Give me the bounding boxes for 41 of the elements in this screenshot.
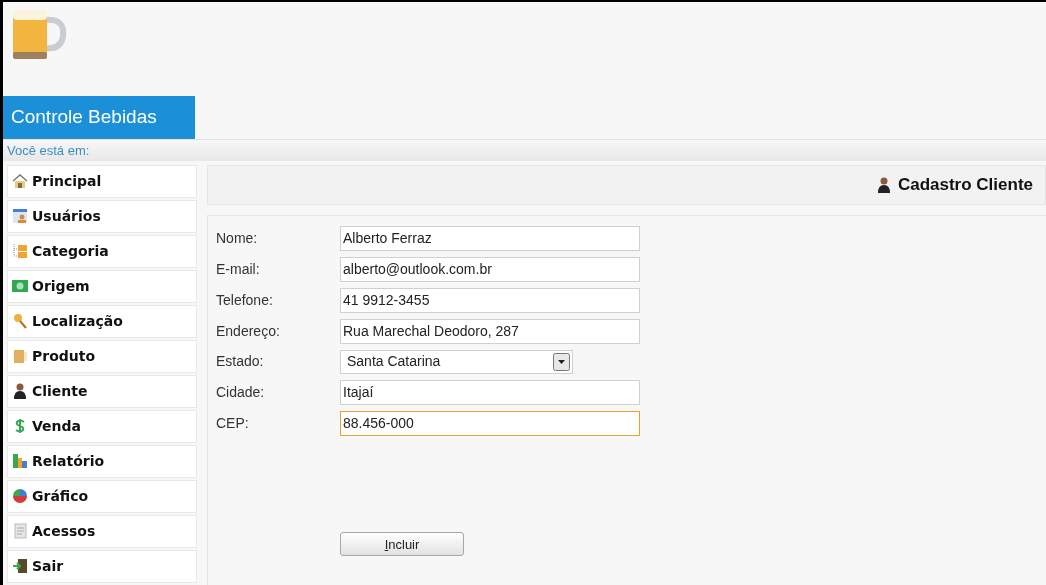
- sidebar-item[interactable]: Origem: [7, 269, 197, 303]
- table-icon: [12, 208, 28, 224]
- input-field[interactable]: alberto@outlook.com.br: [340, 256, 640, 282]
- sidebar-item[interactable]: Sair: [7, 549, 197, 583]
- sidebar-item[interactable]: Gráfico: [7, 479, 197, 513]
- field-label: E-mail:: [216, 259, 261, 279]
- box-icon: [12, 348, 28, 364]
- field-label: Telefone:: [216, 290, 274, 310]
- field-label: Cidade:: [216, 382, 266, 402]
- sidebar-item[interactable]: Categoria: [7, 234, 197, 268]
- input-field[interactable]: Alberto Ferraz: [340, 225, 640, 251]
- banknote-icon: [12, 278, 28, 294]
- person-icon: [877, 176, 890, 193]
- bar-chart-icon: [12, 453, 28, 469]
- app-title: Controle Bebidas: [3, 96, 195, 139]
- field-label: CEP:: [216, 413, 250, 433]
- input-field[interactable]: Itajaí: [340, 379, 640, 405]
- field-label: Nome:: [216, 228, 259, 248]
- field-label: Estado:: [216, 352, 265, 371]
- input-field[interactable]: 88.456-000: [340, 410, 640, 436]
- sidebar-item[interactable]: Venda: [7, 409, 197, 443]
- house-icon: [12, 173, 28, 189]
- input-field[interactable]: Rua Marechal Deodoro, 287: [340, 318, 640, 344]
- sidebar-item[interactable]: Cliente: [7, 374, 197, 408]
- exit-door-icon: [12, 558, 28, 574]
- state-dropdown[interactable]: Santa Catarina: [340, 349, 573, 374]
- sidebar-item[interactable]: Usuários: [7, 199, 197, 233]
- field-label: Endereço:: [216, 321, 281, 341]
- document-icon: [12, 523, 28, 539]
- breadcrumb-label: Você está em:: [7, 142, 90, 160]
- sidebar-item[interactable]: Relatório: [7, 444, 197, 478]
- include-button[interactable]: Incluir: [340, 532, 464, 557]
- pie-chart-icon: [12, 488, 28, 504]
- person-icon: [12, 383, 28, 399]
- page-title: Cadastro Cliente: [897, 173, 1033, 196]
- sidebar-item[interactable]: Produto: [7, 339, 197, 373]
- sidebar-item[interactable]: Localização: [7, 304, 197, 338]
- folder-tree-icon: [12, 243, 28, 259]
- sidebar-item[interactable]: Principal: [7, 164, 197, 198]
- sidebar-item[interactable]: Acessos: [7, 514, 197, 548]
- input-field[interactable]: 41 9912-3455: [340, 287, 640, 313]
